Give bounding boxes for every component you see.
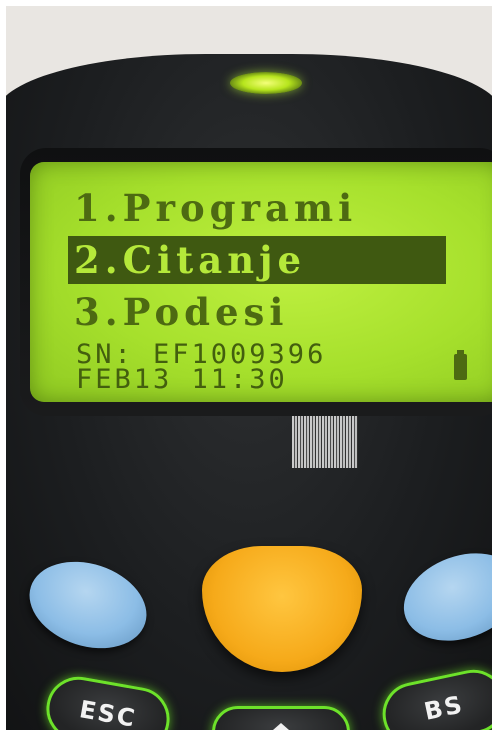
menu-item-citanje[interactable]: 2.Citanje xyxy=(68,236,446,284)
status-led xyxy=(230,72,302,94)
up-arrow-icon xyxy=(265,723,297,730)
lcd-screen: 1.Programi 2.Citanje 3.Podesi SN: EF1009… xyxy=(30,162,492,402)
barcode-sticker xyxy=(292,416,358,468)
menu-item-programi[interactable]: 1.Programi xyxy=(74,186,357,230)
menu-item-podesi[interactable]: 3.Podesi xyxy=(74,290,288,334)
device-photo: 1.Programi 2.Citanje 3.Podesi SN: EF1009… xyxy=(6,6,492,730)
up-key[interactable] xyxy=(212,706,350,730)
battery-icon xyxy=(454,350,467,380)
date-time: FEB13 11:30 xyxy=(76,364,288,395)
